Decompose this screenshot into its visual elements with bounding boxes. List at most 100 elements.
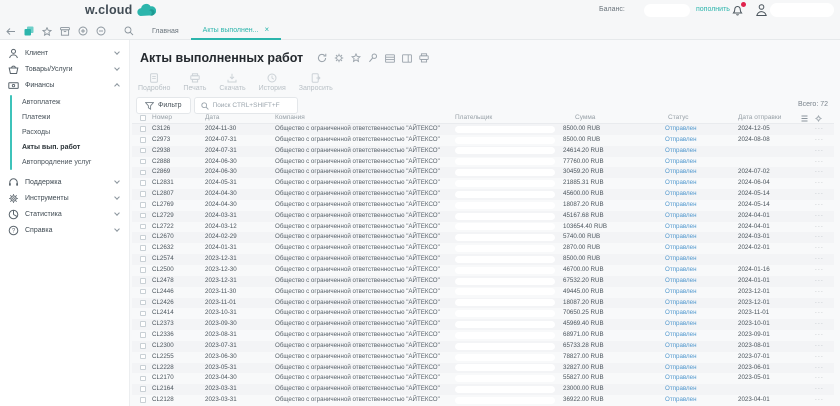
table-row[interactable]: C3126 2024-11-30 Общество с ограниченной… [132,124,834,135]
row-actions-icon[interactable]: ··· [815,352,824,363]
table-row[interactable]: CL2373 2023-09-30 Общество с ограниченно… [132,319,834,330]
cell-status-link[interactable]: Отправлен [665,265,697,276]
table-row[interactable]: CL2426 2023-11-01 Общество с ограниченно… [132,298,834,309]
table-row[interactable]: CL2670 2024-02-29 Общество с ограниченно… [132,232,834,243]
row-checkbox[interactable] [140,267,146,273]
row-actions-icon[interactable]: ··· [815,363,824,374]
sidebar-item-client[interactable]: Клиент [0,45,129,61]
table-row[interactable]: CL2170 2023-04-30 Общество с ограниченно… [132,373,834,384]
star-icon[interactable] [351,53,361,63]
row-checkbox[interactable] [140,386,146,392]
table-row[interactable]: C2888 2024-06-30 Общество с ограниченной… [132,157,834,168]
table-row[interactable]: CL2300 2023-07-31 Общество с ограниченно… [132,341,834,352]
row-actions-icon[interactable]: ··· [815,222,824,233]
tab-home[interactable]: Главная [140,22,191,40]
sidebar-item-support[interactable]: Поддержка [0,174,129,190]
cell-status-link[interactable]: Отправлен [665,308,697,319]
close-icon[interactable]: × [264,26,269,34]
back-icon[interactable] [6,26,16,36]
row-checkbox[interactable] [140,354,146,360]
username-redacted[interactable] [770,3,834,17]
cell-status-link[interactable]: Отправлен [665,254,697,265]
history-button[interactable]: История [259,73,286,92]
sidebar-item-tools[interactable]: Инструменты [0,190,129,206]
table-row[interactable]: CL2500 2023-12-30 Общество с ограниченно… [132,265,834,276]
table-row[interactable]: CL2336 2023-08-31 Общество с ограниченно… [132,330,834,341]
row-actions-icon[interactable]: ··· [815,243,824,254]
table-view-icon[interactable] [385,53,395,63]
search-input[interactable] [213,102,291,109]
window-view-icon[interactable] [402,53,412,63]
table-row[interactable]: C2973 2024-07-31 Общество с ограниченной… [132,135,834,146]
table-row[interactable]: C2938 2024-07-31 Общество с ограниченной… [132,146,834,157]
table-row[interactable]: CL2831 2024-05-31 Общество с ограниченно… [132,178,834,189]
row-actions-icon[interactable]: ··· [815,178,824,189]
tab-acts[interactable]: Акты выполнен... × [191,22,282,40]
row-checkbox[interactable] [140,376,146,382]
row-checkbox[interactable] [140,300,146,306]
sidebar-item-stats[interactable]: Статистика [0,206,129,222]
zoom-in-icon[interactable] [78,26,88,36]
row-checkbox[interactable] [140,159,146,165]
archive-icon[interactable] [60,26,70,36]
row-actions-icon[interactable]: ··· [815,373,824,384]
cell-status-link[interactable]: Отправлен [665,189,697,200]
cell-status-link[interactable]: Отправлен [665,298,697,309]
row-checkbox[interactable] [140,278,146,284]
user-icon[interactable] [755,3,768,17]
table-row[interactable]: CL2722 2024-03-12 Общество с ограниченно… [132,222,834,233]
row-actions-icon[interactable]: ··· [815,211,824,222]
row-checkbox[interactable] [140,202,146,208]
row-checkbox[interactable] [140,126,146,132]
table-row[interactable]: CL2478 2023-12-31 Общество с ограниченно… [132,276,834,287]
refresh-icon[interactable] [317,53,327,63]
table-row[interactable]: C2869 2024-06-30 Общество с ограниченной… [132,167,834,178]
cell-status-link[interactable]: Отправлен [665,352,697,363]
print-button[interactable]: Печать [183,73,206,92]
sidebar-item-payments[interactable]: Платежи [0,110,129,125]
pin-icon[interactable] [368,53,378,63]
notifications-icon[interactable] [731,3,745,17]
favorite-icon[interactable] [42,26,52,36]
cell-status-link[interactable]: Отправлен [665,124,697,135]
row-checkbox[interactable] [140,332,146,338]
request-button[interactable]: Запросить [299,73,333,92]
cell-status-link[interactable]: Отправлен [665,287,697,298]
row-density-icon[interactable] [801,115,808,122]
logo[interactable]: w.cloud [85,3,156,17]
sidebar-item-autopay[interactable]: Автоплатеж [0,95,129,110]
cell-status-link[interactable]: Отправлен [665,222,697,233]
row-checkbox[interactable] [140,235,146,241]
row-actions-icon[interactable]: ··· [815,319,824,330]
row-actions-icon[interactable]: ··· [815,232,824,243]
table-row[interactable]: CL2729 2024-03-31 Общество с ограниченно… [132,211,834,222]
sidebar-item-acts[interactable]: Акты вып. работ [0,140,129,155]
sidebar-item-autorenew[interactable]: Автопродление услуг [0,155,129,170]
cell-status-link[interactable]: Отправлен [665,341,697,352]
table-row[interactable]: CL2128 2023-03-31 Общество с ограниченно… [132,395,834,406]
cell-status-link[interactable]: Отправлен [665,395,697,406]
table-row[interactable]: CL2228 2023-05-31 Общество с ограниченно… [132,363,834,374]
cell-status-link[interactable]: Отправлен [665,373,697,384]
row-checkbox[interactable] [140,245,146,251]
download-button[interactable]: Скачать [219,73,245,92]
row-actions-icon[interactable]: ··· [815,254,824,265]
cell-status-link[interactable]: Отправлен [665,384,697,395]
row-checkbox[interactable] [140,180,146,186]
table-row[interactable]: CL2574 2023-12-31 Общество с ограниченно… [132,254,834,265]
row-actions-icon[interactable]: ··· [815,330,824,341]
cell-status-link[interactable]: Отправлен [665,178,697,189]
row-actions-icon[interactable]: ··· [815,341,824,352]
row-checkbox[interactable] [140,365,146,371]
row-actions-icon[interactable]: ··· [815,265,824,276]
settings-icon[interactable] [334,53,344,63]
row-actions-icon[interactable]: ··· [815,157,824,168]
row-checkbox[interactable] [140,397,146,403]
row-checkbox[interactable] [140,137,146,143]
row-checkbox[interactable] [140,311,146,317]
row-actions-icon[interactable]: ··· [815,395,824,406]
cell-status-link[interactable]: Отправлен [665,276,697,287]
sidebar-item-expenses[interactable]: Расходы [0,125,129,140]
cell-status-link[interactable]: Отправлен [665,363,697,374]
sidebar-item-products[interactable]: Товары/Услуги [0,61,129,77]
